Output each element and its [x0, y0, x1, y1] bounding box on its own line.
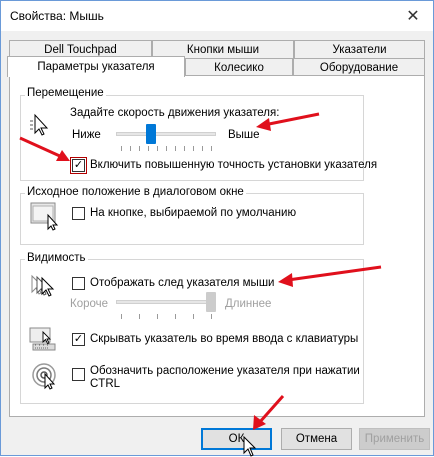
tab-pointers[interactable]: Указатели [294, 40, 425, 59]
snap-to-legend: Исходное положение в диалоговом окне [25, 186, 246, 198]
slider-tick [130, 146, 131, 151]
snap-to-default-checkbox[interactable] [72, 207, 85, 220]
speed-slow-label: Ниже [72, 129, 101, 141]
trail-long-label: Длиннее [225, 298, 272, 310]
tab-label: Параметры указателя [37, 61, 155, 73]
slider-tick [211, 314, 212, 319]
check-mark: ✓ [73, 159, 84, 171]
close-icon: ✕ [406, 8, 420, 25]
show-pointer-location-label: Обозначить расположение указателя при на… [90, 365, 360, 390]
trail-short-label: Короче [70, 298, 109, 310]
slider-tick [184, 146, 185, 151]
slider-tick [175, 146, 176, 151]
check-mark: ✓ [73, 333, 84, 345]
tab-pointer-options[interactable]: Параметры указателя [7, 56, 185, 77]
slider-tick [166, 146, 167, 151]
visibility-legend: Видимость [25, 252, 88, 264]
slider-tick [157, 314, 158, 319]
pointer-speed-icon [30, 113, 49, 136]
show-pointer-location-checkbox[interactable] [72, 368, 85, 381]
hide-while-typing-checkbox[interactable]: ✓ [72, 333, 85, 346]
speed-slider-track[interactable] [116, 132, 216, 136]
slider-tick [139, 146, 140, 151]
snap-to-default-icon [30, 202, 59, 231]
ok-button-label: ОК [228, 433, 245, 445]
snap-to-default-label: На кнопке, выбираемой по умолчанию [90, 207, 297, 219]
speed-fast-label: Выше [228, 129, 260, 141]
slider-tick [211, 146, 212, 151]
trail-length-slider-track[interactable] [116, 300, 216, 304]
slider-tick [202, 146, 203, 151]
pointer-trails-label: Отображать след указателя мыши [90, 277, 275, 289]
tab-label: Dell Touchpad [44, 44, 117, 56]
hide-while-typing-label: Скрывать указатель во время ввода с клав… [90, 333, 359, 345]
window-title: Свойства: Мышь [10, 9, 104, 23]
tab-label: Колесико [214, 62, 264, 74]
slider-tick [175, 314, 176, 319]
trail-length-slider-thumb[interactable] [206, 292, 216, 312]
tab-label: Указатели [332, 44, 387, 56]
pointer-options-panel: Перемещение Задайте скорость движения ук… [9, 75, 425, 417]
apply-button-label: Применить [364, 433, 425, 445]
enhance-precision-label: Включить повышенную точность установки у… [90, 159, 378, 171]
motion-legend: Перемещение [25, 87, 106, 99]
hide-while-typing-icon [29, 327, 56, 351]
cancel-button[interactable]: Отмена [281, 428, 352, 450]
tab-label: Кнопки мыши [186, 44, 260, 56]
title-bar: Свойства: Мышь ✕ [1, 1, 433, 31]
close-button[interactable]: ✕ [393, 1, 433, 31]
show-pointer-location-icon [32, 363, 56, 390]
ok-button[interactable]: ОК [201, 428, 272, 450]
cancel-button-label: Отмена [295, 433, 338, 445]
apply-button[interactable]: Применить [359, 428, 430, 450]
enhance-precision-checkbox[interactable]: ✓ [70, 157, 87, 174]
slider-tick [193, 146, 194, 151]
slider-tick [121, 146, 122, 151]
pointer-trails-checkbox[interactable] [72, 277, 85, 290]
speed-label: Задайте скорость движения указателя: [70, 107, 280, 119]
speed-slider-thumb[interactable] [145, 124, 156, 144]
tab-label: Оборудование [319, 62, 399, 74]
slider-tick [121, 314, 122, 319]
pointer-trails-icon [31, 274, 55, 297]
slider-tick [139, 314, 140, 319]
slider-tick [193, 314, 194, 319]
mouse-properties-window: Свойства: Мышь ✕ Dell Touchpad Кнопки мы… [0, 0, 434, 457]
slider-tick [157, 146, 158, 151]
slider-tick [148, 146, 149, 151]
